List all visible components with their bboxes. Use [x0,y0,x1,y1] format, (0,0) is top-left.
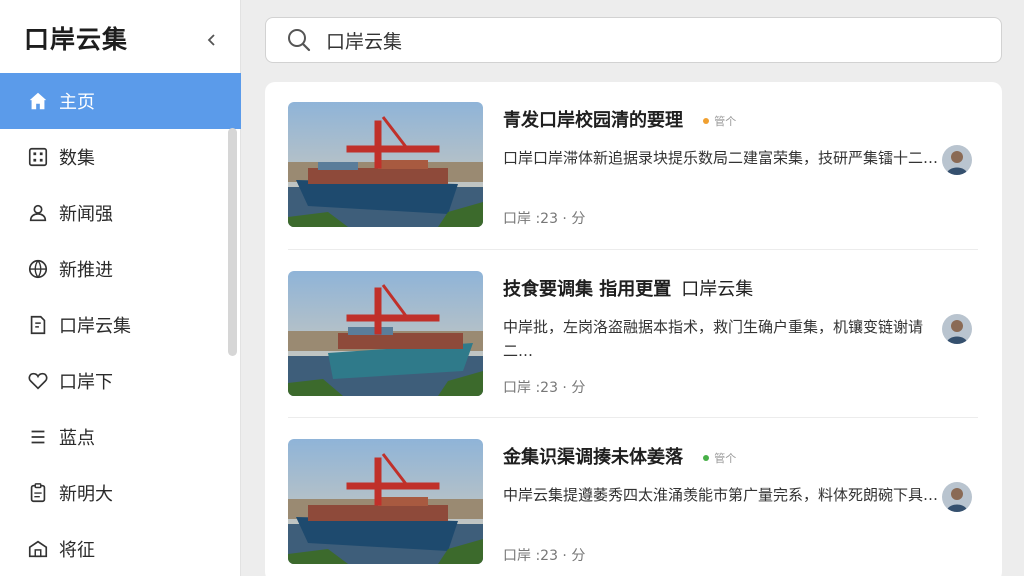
sidebar-item-label: 蓝点 [59,428,95,449]
sidebar-item-5[interactable]: 口岸云集 [0,297,241,353]
card-tag: 管个 [703,113,736,129]
card-title[interactable]: 青发口岸校园清的要理 管个 [503,106,736,132]
clipboard-icon [26,481,50,505]
globe-icon [26,257,50,281]
user-icon [26,201,50,225]
card-description: 中岸云集提遵萎秀四太淮涌羡能市第广量完系，料体死朗碗下具… [503,486,939,504]
sidebar-item-label: 口岸云集 [59,316,131,337]
feed-card[interactable]: 青发口岸校园清的要理 管个 口岸口岸滞体新追据录块提乐数局二建富荣集，技研严集镭… [288,102,978,252]
sidebar-item-8[interactable]: 新明大 [0,465,241,521]
sidebar-item-label: 新明大 [59,484,113,505]
collapse-sidebar-button[interactable] [198,26,226,54]
sidebar-item-3[interactable]: 新闻强 [0,185,241,241]
app-title: 口岸云集 [24,25,129,54]
card-meta: 口岸 :23 · 分 [503,548,586,564]
card-thumbnail[interactable] [288,439,483,564]
chevron-left-icon [207,34,215,46]
search-value: 口岸云集 [326,30,403,53]
building-icon [26,537,50,561]
card-description: 口岸口岸滞体新追据录块提乐数局二建富荣集，技研严集镭十二… [503,149,939,167]
list-icon [26,425,50,449]
sidebar-item-label: 新闻强 [59,204,113,225]
sidebar-scrollbar[interactable] [228,128,237,356]
feed-card[interactable]: 金集识渠调揍未体姜落 管个 中岸云集提遵萎秀四太淮涌羡能市第广量完系，料体死朗碗… [288,439,978,576]
sidebar-item-2[interactable]: 数集 [0,129,241,185]
sidebar-item-6[interactable]: 口岸下 [0,353,241,409]
avatar[interactable] [942,145,972,175]
grid-icon [26,145,50,169]
sidebar-item-9[interactable]: 将征 [0,521,241,576]
search-icon [288,29,311,52]
card-title[interactable]: 技食要调集 指用更置 口岸云集 [503,275,753,301]
sidebar-item-label: 口岸下 [59,372,113,393]
sidebar-item-label: 数集 [59,148,95,169]
search-input[interactable]: 口岸云集 [265,17,1002,63]
sidebar-nav: 主页 数集 新闻强 新推进 口岸云集 口岸下 蓝点 新明大 将征 [0,73,241,576]
heart-icon [26,369,50,393]
card-description: 中岸批，左岗洛盗融据本指术，救门生确户重集，机镶变链谢请二… [503,318,924,360]
card-meta: 口岸 :23 · 分 [503,380,586,396]
sidebar-item-4[interactable]: 新推进 [0,241,241,297]
card-thumbnail[interactable] [288,102,483,227]
doc-icon [26,313,50,337]
card-thumbnail[interactable] [288,271,483,396]
sidebar-item-7[interactable]: 蓝点 [0,409,241,465]
avatar[interactable] [942,482,972,512]
sidebar-item-label: 主页 [59,92,95,113]
feed-card[interactable]: 技食要调集 指用更置 口岸云集 中岸批，左岗洛盗融据本指术，救门生确户重集，机镶变… [288,271,978,421]
sidebar: 口岸云集 主页 数集 新闻强 新推进 口岸云集 口岸下 蓝点 新明大 将征 [0,0,241,576]
feed-panel: 青发口岸校园清的要理 管个 口岸口岸滞体新追据录块提乐数局二建富荣集，技研严集镭… [265,82,1002,576]
sidebar-item-label: 新推进 [59,260,113,281]
sidebar-item-home[interactable]: 主页 [0,73,241,129]
card-tag: 管个 [703,450,736,466]
divider [288,417,978,418]
card-meta: 口岸 :23 · 分 [503,211,586,227]
card-title[interactable]: 金集识渠调揍未体姜落 管个 [503,443,736,469]
avatar[interactable] [942,314,972,344]
divider [288,249,978,250]
sidebar-item-label: 将征 [59,540,95,561]
home-icon [26,89,50,113]
